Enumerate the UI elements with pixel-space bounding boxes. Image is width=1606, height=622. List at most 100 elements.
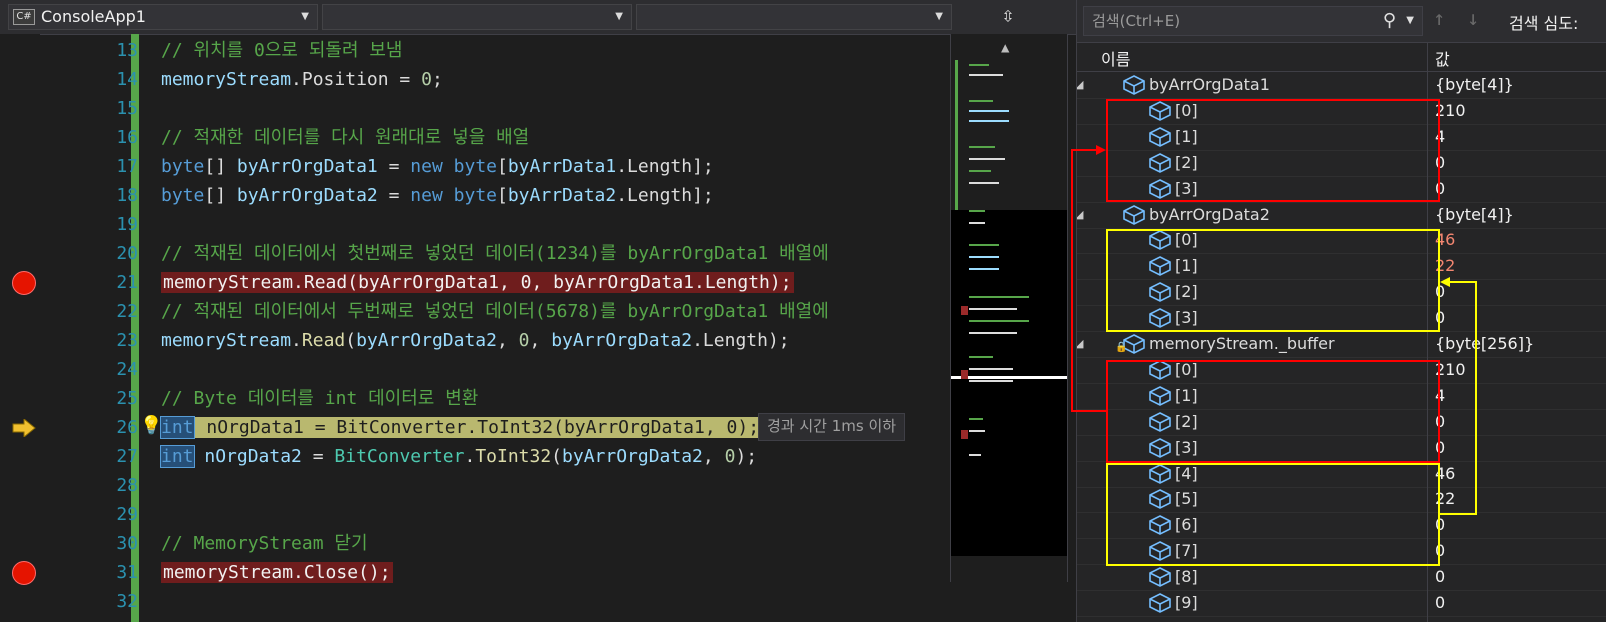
code-line[interactable]: 15	[40, 94, 950, 123]
code-line[interactable]: 20 // 적재된 데이터에서 첫번째로 넣었던 데이터(1234)를 byArr…	[40, 239, 950, 268]
watch-value[interactable]: {byte[256]}	[1435, 331, 1534, 357]
watch-row-parent[interactable]: ◢ byArrOrgData1 {byte[4]}	[1077, 72, 1606, 99]
code-line[interactable]: 24	[40, 355, 950, 384]
watch-row-parent[interactable]: ◢ byArrOrgData2 {byte[4]}	[1077, 202, 1606, 229]
code-text[interactable]: byte[] byArrOrgData2 = new byte[byArrDat…	[161, 181, 714, 210]
breakpoint-icon[interactable]	[12, 561, 36, 585]
code-line[interactable]: 26 int nOrgData1 = BitConverter.ToInt32(b…	[40, 413, 950, 442]
code-line[interactable]: 31 memoryStream.Close();	[40, 558, 950, 587]
search-icon[interactable]: ⚲	[1383, 7, 1396, 35]
execution-pointer-icon[interactable]	[12, 419, 36, 437]
watch-row-element[interactable]: [1] 4	[1077, 383, 1606, 410]
watch-value[interactable]: 0	[1435, 150, 1445, 176]
code-text[interactable]: memoryStream.Read(byArrOrgData2, 0, byAr…	[161, 326, 790, 355]
code-text[interactable]: // Byte 데이터를 int 데이터로 변환	[161, 384, 478, 413]
type-dropdown[interactable]: ▼	[322, 4, 632, 30]
column-header-value[interactable]: 값	[1435, 46, 1450, 70]
code-editor[interactable]: C# ConsoleApp1 ▼ ▼ ▼ ⇳ 13 // 위치를 0으로 되돌려 …	[0, 0, 1076, 622]
expand-toggle-icon[interactable]: ◢	[1077, 331, 1083, 357]
watch-row-element[interactable]: [2] 0	[1077, 279, 1606, 307]
watch-row-element[interactable]: [0] 46	[1077, 227, 1606, 255]
code-text[interactable]: // 위치를 0으로 되돌려 보냄	[161, 36, 402, 65]
watch-value[interactable]: 46	[1435, 227, 1455, 253]
watch-row-element[interactable]: [2] 0	[1077, 409, 1606, 436]
watch-value[interactable]: 4	[1435, 383, 1445, 409]
watch-row-parent[interactable]: ◢ 🔒 memoryStream._buffer {byte[256]}	[1077, 331, 1606, 358]
column-resize-handle[interactable]	[1427, 43, 1428, 71]
split-window-icon[interactable]: ⇳	[956, 4, 1060, 30]
watch-value[interactable]: 0	[1435, 564, 1445, 590]
code-text[interactable]: memoryStream.Position = 0;	[161, 65, 443, 94]
expand-toggle-icon[interactable]: ◢	[1077, 202, 1083, 228]
breakpoint-gutter[interactable]	[0, 34, 40, 622]
watch-value[interactable]: 210	[1435, 98, 1466, 124]
code-text[interactable]: int nOrgData2 = BitConverter.ToInt32(byA…	[160, 442, 757, 471]
watch-value[interactable]: 46	[1435, 461, 1455, 487]
code-line[interactable]: 29	[40, 500, 950, 529]
code-line[interactable]: 30 // MemoryStream 닫기	[40, 529, 950, 558]
watch-row-element[interactable]: [0] 210	[1077, 357, 1606, 384]
code-area[interactable]: 13// 위치를 0으로 되돌려 보냄 14 memoryStream.Positi…	[40, 34, 950, 622]
watch-value[interactable]: 22	[1435, 486, 1455, 512]
watch-row-element[interactable]: [8] 0	[1077, 564, 1606, 592]
search-next-icon[interactable]: ↓	[1467, 6, 1479, 30]
code-line[interactable]: 21 memoryStream.Read(byArrOrgData1, 0, by…	[40, 268, 950, 297]
code-text[interactable]: // 적재한 데이터를 다시 원래대로 넣을 배열	[161, 123, 529, 152]
watch-value[interactable]: {byte[4]}	[1435, 72, 1514, 98]
member-dropdown[interactable]: ▼	[636, 4, 952, 30]
code-line[interactable]: 19	[40, 210, 950, 239]
code-text[interactable]: memoryStream.Read(byArrOrgData1, 0, byAr…	[161, 268, 794, 297]
code-text[interactable]: // 적재된 데이터에서 두번째로 넣었던 데이터(5678)를 byArrOr…	[161, 297, 829, 326]
watch-search-input[interactable]: 검색(Ctrl+E) ⚲ ▼	[1083, 6, 1423, 36]
watch-row-element[interactable]: [3] 0	[1077, 176, 1606, 203]
watch-value[interactable]: 0	[1435, 538, 1445, 564]
scroll-up-icon[interactable]: ▲	[1001, 40, 1009, 56]
code-line[interactable]: 28	[40, 471, 950, 500]
watch-value[interactable]: 0	[1435, 435, 1445, 461]
code-text[interactable]: // 적재된 데이터에서 첫번째로 넣었던 데이터(1234)를 byArrOr…	[161, 239, 829, 268]
perf-tip[interactable]: 경과 시간 1ms 이하	[758, 413, 906, 441]
watch-value[interactable]: 0	[1435, 305, 1445, 331]
code-text[interactable]: // MemoryStream 닫기	[161, 529, 368, 558]
code-text[interactable]: byte[] byArrOrgData1 = new byte[byArrDat…	[161, 152, 714, 181]
watch-value[interactable]: 210	[1435, 357, 1466, 383]
watch-value[interactable]: 0	[1435, 512, 1445, 538]
watch-row-element[interactable]: [7] 0	[1077, 538, 1606, 566]
column-header-name[interactable]: 이름	[1101, 46, 1130, 70]
chevron-down-icon[interactable]: ▼	[1406, 7, 1414, 35]
watch-value[interactable]: 4	[1435, 124, 1445, 150]
code-line[interactable]: 22 // 적재된 데이터에서 두번째로 넣었던 데이터(5678)를 byArr…	[40, 297, 950, 326]
search-previous-icon[interactable]: ↑	[1433, 6, 1445, 30]
code-line[interactable]: 16 // 적재한 데이터를 다시 원래대로 넣을 배열	[40, 123, 950, 152]
watch-row-element[interactable]: [4] 46	[1077, 461, 1606, 488]
watch-value[interactable]: 0	[1435, 176, 1445, 202]
watch-row-element[interactable]: [0] 210	[1077, 98, 1606, 125]
code-line[interactable]: 14 memoryStream.Position = 0;	[40, 65, 950, 94]
code-line[interactable]: 25 // Byte 데이터를 int 데이터로 변환	[40, 384, 950, 413]
code-line[interactable]: 32	[40, 587, 950, 616]
code-line[interactable]: 13 // 위치를 0으로 되돌려 보냄	[40, 36, 950, 65]
scrollbar-minimap[interactable]: ▲	[950, 34, 1068, 582]
watch-row-element[interactable]: [9] 0	[1077, 590, 1606, 617]
watch-row-element[interactable]: [1] 4	[1077, 124, 1606, 151]
expand-toggle-icon[interactable]: ◢	[1077, 72, 1083, 98]
watch-row-element[interactable]: [5] 22	[1077, 486, 1606, 514]
watch-value[interactable]: 22	[1435, 253, 1455, 279]
code-line[interactable]: 18 byte[] byArrOrgData2 = new byte[byArrD…	[40, 181, 950, 210]
lightbulb-icon[interactable]: 💡	[140, 415, 162, 436]
code-line[interactable]: 23 memoryStream.Read(byArrOrgData2, 0, by…	[40, 326, 950, 355]
code-line[interactable]: 17 byte[] byArrOrgData1 = new byte[byArrD…	[40, 152, 950, 181]
watch-value[interactable]: 0	[1435, 590, 1445, 616]
watch-row-element[interactable]: [3] 0	[1077, 305, 1606, 333]
watch-value[interactable]: {byte[4]}	[1435, 202, 1514, 228]
breakpoint-icon[interactable]	[12, 271, 36, 295]
project-dropdown[interactable]: C# ConsoleApp1 ▼	[8, 4, 318, 30]
watch-value[interactable]: 0	[1435, 409, 1445, 435]
code-line[interactable]: 27 int nOrgData2 = BitConverter.ToInt32(b…	[40, 442, 950, 471]
watch-row-element[interactable]: [6] 0	[1077, 512, 1606, 540]
watch-row-element[interactable]: [1] 22	[1077, 253, 1606, 281]
watch-value[interactable]: 0	[1435, 279, 1445, 305]
code-text[interactable]: int nOrgData1 = BitConverter.ToInt32(byA…	[160, 413, 762, 442]
minimap-viewport[interactable]	[951, 210, 1067, 556]
code-text[interactable]: memoryStream.Close();	[161, 558, 393, 587]
